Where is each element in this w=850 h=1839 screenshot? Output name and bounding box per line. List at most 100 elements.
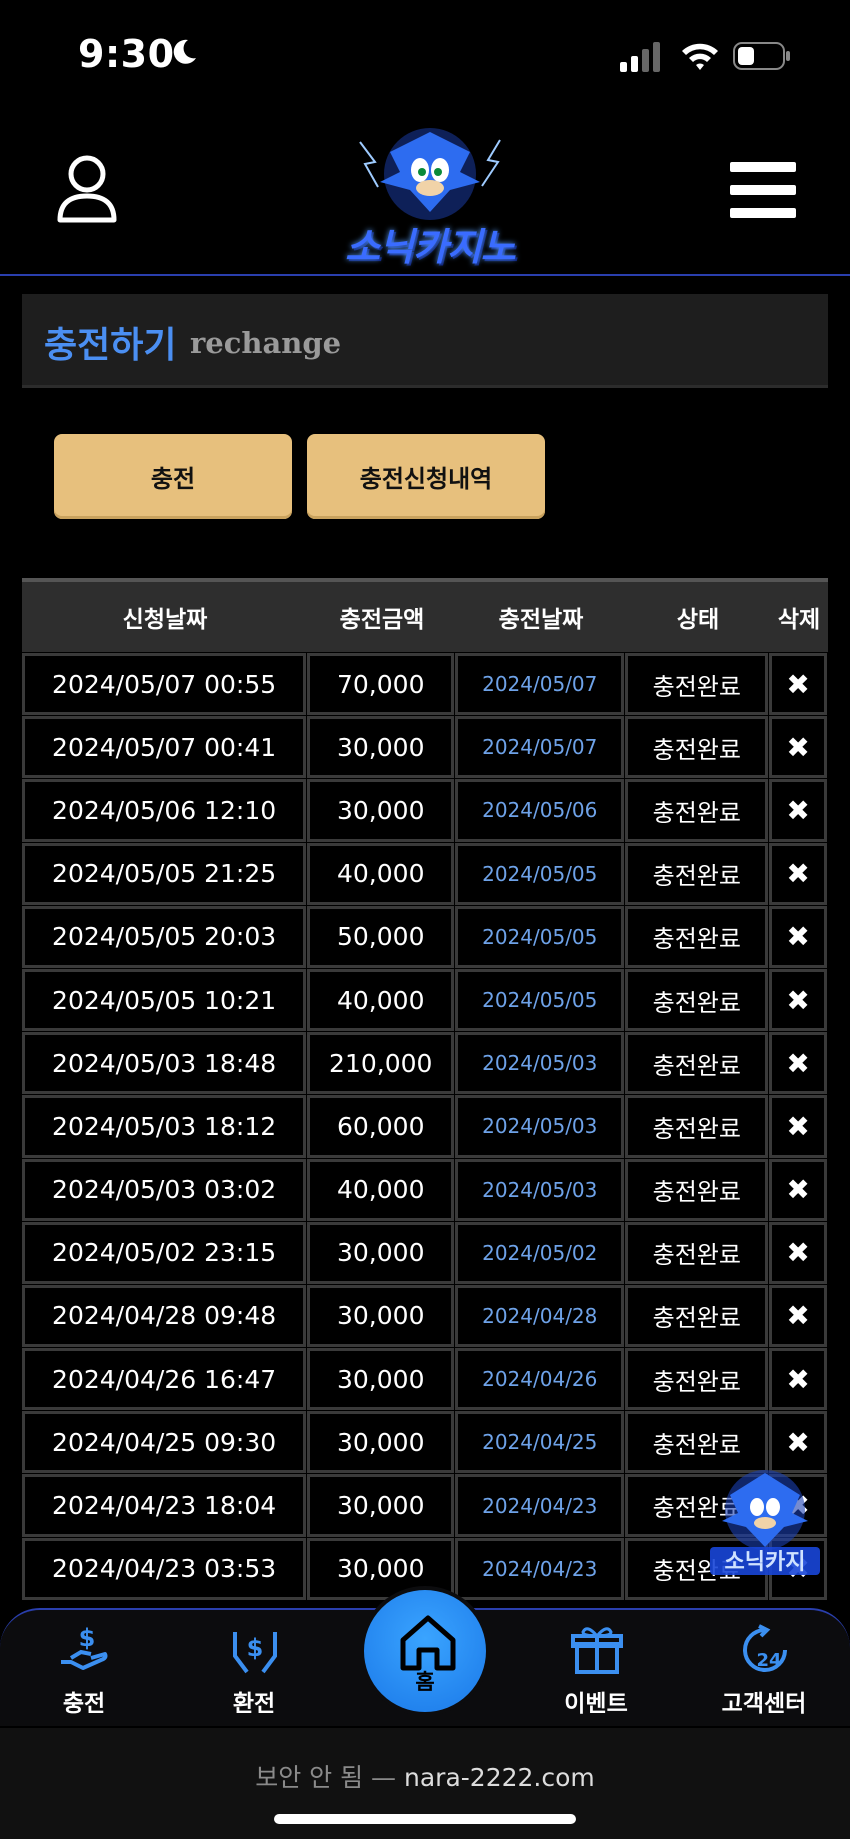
status-time: 9:30 <box>78 32 175 76</box>
status-cell: 충전완료 <box>625 1032 769 1095</box>
amount-cell: 60,000 <box>307 1095 455 1158</box>
charged-date-cell: 2024/05/05 <box>455 842 625 905</box>
browser-url-bar[interactable]: 보안 안 됨 — nara-2222.com <box>0 1728 850 1839</box>
requested-date-cell: 2024/04/26 16:47 <box>22 1348 307 1411</box>
status-cell: 충전완료 <box>625 1095 769 1158</box>
amount-cell: 210,000 <box>307 1032 455 1095</box>
delete-button[interactable]: ✖ <box>769 1095 827 1158</box>
status-cell: 충전완료 <box>625 1348 769 1411</box>
svg-text:$: $ <box>247 1634 264 1662</box>
charged-date-cell: 2024/05/02 <box>455 1221 625 1284</box>
nav-support[interactable]: 24 고객센터 <box>704 1610 824 1728</box>
delete-button[interactable]: ✖ <box>769 779 827 842</box>
svg-text:소닉카지: 소닉카지 <box>725 1550 806 1575</box>
page-title: 충전하기 <box>44 325 177 366</box>
table-row: 2024/05/03 18:48 210,000 2024/05/03 충전완료 ✖ <box>22 1031 828 1095</box>
column-header-requested-date: 신청날짜 <box>122 607 208 633</box>
amount-cell: 30,000 <box>307 1348 455 1411</box>
amount-cell: 40,000 <box>307 842 455 905</box>
status-cell: 충전완료 <box>625 1221 769 1284</box>
status-cell: 충전완료 <box>625 1158 769 1221</box>
requested-date-cell: 2024/05/07 00:55 <box>22 653 307 716</box>
charge-hand-coin-icon: $ <box>61 1624 108 1670</box>
nav-event[interactable]: 이벤트 <box>536 1610 656 1728</box>
status-cell: 충전완료 <box>625 905 769 968</box>
charged-date-cell: 2024/04/26 <box>455 1348 625 1411</box>
charged-date-cell: 2024/05/05 <box>455 905 625 968</box>
home-icon <box>400 1615 456 1671</box>
gift-icon <box>571 1627 623 1674</box>
delete-button[interactable]: ✖ <box>769 1221 827 1284</box>
delete-button[interactable]: ✖ <box>769 842 827 905</box>
delete-button[interactable]: ✖ <box>769 716 827 779</box>
requested-date-cell: 2024/04/25 09:30 <box>22 1411 307 1474</box>
site-logo[interactable]: 소닉카지노 <box>320 112 540 272</box>
battery-icon <box>733 42 790 70</box>
hamburger-menu-icon[interactable] <box>730 160 796 220</box>
status-cell: 충전완료 <box>625 716 769 779</box>
amount-cell: 30,000 <box>307 1221 455 1284</box>
floating-mascot-icon[interactable]: 소닉카지 <box>700 1455 830 1585</box>
requested-date-cell: 2024/05/05 21:25 <box>22 842 307 905</box>
user-profile-icon[interactable] <box>56 154 118 224</box>
delete-button[interactable]: ✖ <box>769 968 827 1032</box>
amount-cell: 30,000 <box>307 779 455 842</box>
nav-charge[interactable]: $ 충전 <box>24 1610 144 1728</box>
nav-home[interactable]: 홈 <box>360 1586 490 1716</box>
charged-date-cell: 2024/05/07 <box>455 716 625 779</box>
table-row: 2024/05/06 12:10 30,000 2024/05/06 충전완료 ✖ <box>22 778 828 842</box>
table-row: 2024/04/28 09:48 30,000 2024/04/28 충전완료 ✖ <box>22 1284 828 1348</box>
charged-date-cell: 2024/05/06 <box>455 779 625 842</box>
delete-button[interactable]: ✖ <box>769 905 827 968</box>
nav-exchange[interactable]: $ 환전 <box>194 1610 314 1728</box>
requested-date-cell: 2024/05/05 10:21 <box>22 968 307 1032</box>
charge-history-table: 신청날짜 충전금액 충전날짜 상태 삭제 2024/05/07 00:55 70,… <box>22 578 828 1600</box>
home-indicator <box>274 1814 576 1824</box>
requested-date-cell: 2024/05/06 12:10 <box>22 779 307 842</box>
requested-date-cell: 2024/05/07 00:41 <box>22 716 307 779</box>
table-row: 2024/04/26 16:47 30,000 2024/04/26 충전완료 ✖ <box>22 1347 828 1411</box>
charged-date-cell: 2024/04/23 <box>455 1474 625 1537</box>
status-cell: 충전완료 <box>625 1284 769 1348</box>
amount-cell: 30,000 <box>307 716 455 779</box>
charged-date-cell: 2024/05/03 <box>455 1158 625 1221</box>
requested-date-cell: 2024/05/03 18:48 <box>22 1032 307 1095</box>
page-title-bar: 충전하기 rechange <box>22 294 828 388</box>
amount-cell: 30,000 <box>307 1411 455 1474</box>
amount-cell: 30,000 <box>307 1284 455 1348</box>
delete-button[interactable]: ✖ <box>769 1158 827 1221</box>
charged-date-cell: 2024/04/28 <box>455 1284 625 1348</box>
column-header-charged-date: 충전날짜 <box>498 607 584 633</box>
charged-date-cell: 2024/05/03 <box>455 1095 625 1158</box>
table-row: 2024/05/02 23:15 30,000 2024/05/02 충전완료 ✖ <box>22 1221 828 1284</box>
wifi-icon <box>682 43 718 70</box>
status-cell: 충전완료 <box>625 779 769 842</box>
exchange-hands-icon: $ <box>233 1632 277 1674</box>
cellular-signal-icon <box>620 42 660 72</box>
column-header-status: 상태 <box>676 607 720 633</box>
url-text: 보안 안 됨 — nara-2222.com <box>0 1758 850 1794</box>
table-row: 2024/05/03 03:02 40,000 2024/05/03 충전완료 ✖ <box>22 1158 828 1221</box>
charge-button[interactable]: 충전 <box>54 434 292 519</box>
delete-button[interactable]: ✖ <box>769 1284 827 1348</box>
charged-date-cell: 2024/05/05 <box>455 968 625 1032</box>
requested-date-cell: 2024/05/03 18:12 <box>22 1095 307 1158</box>
requested-date-cell: 2024/04/28 09:48 <box>22 1284 307 1348</box>
moon-icon <box>173 39 196 64</box>
amount-cell: 50,000 <box>307 905 455 968</box>
table-row: 2024/05/05 21:25 40,000 2024/05/05 충전완료 ✖ <box>22 842 828 905</box>
column-header-delete: 삭제 <box>777 607 821 633</box>
delete-button[interactable]: ✖ <box>769 653 827 716</box>
table-row: 2024/05/05 10:21 40,000 2024/05/05 충전완료 ✖ <box>22 968 828 1032</box>
app-header: 소닉카지노 <box>0 112 850 276</box>
nav-charge-label: 충전 <box>62 1691 106 1717</box>
requested-date-cell: 2024/05/05 20:03 <box>22 905 307 968</box>
status-bar: 9:30 <box>0 0 850 112</box>
delete-button[interactable]: ✖ <box>769 1032 827 1095</box>
delete-button[interactable]: ✖ <box>769 1348 827 1411</box>
status-cell: 충전완료 <box>625 653 769 716</box>
column-header-amount: 충전금액 <box>339 607 425 633</box>
nav-exchange-label: 환전 <box>232 1691 276 1717</box>
svg-text:$: $ <box>79 1624 96 1652</box>
charge-history-button[interactable]: 충전신청내역 <box>307 434 545 519</box>
